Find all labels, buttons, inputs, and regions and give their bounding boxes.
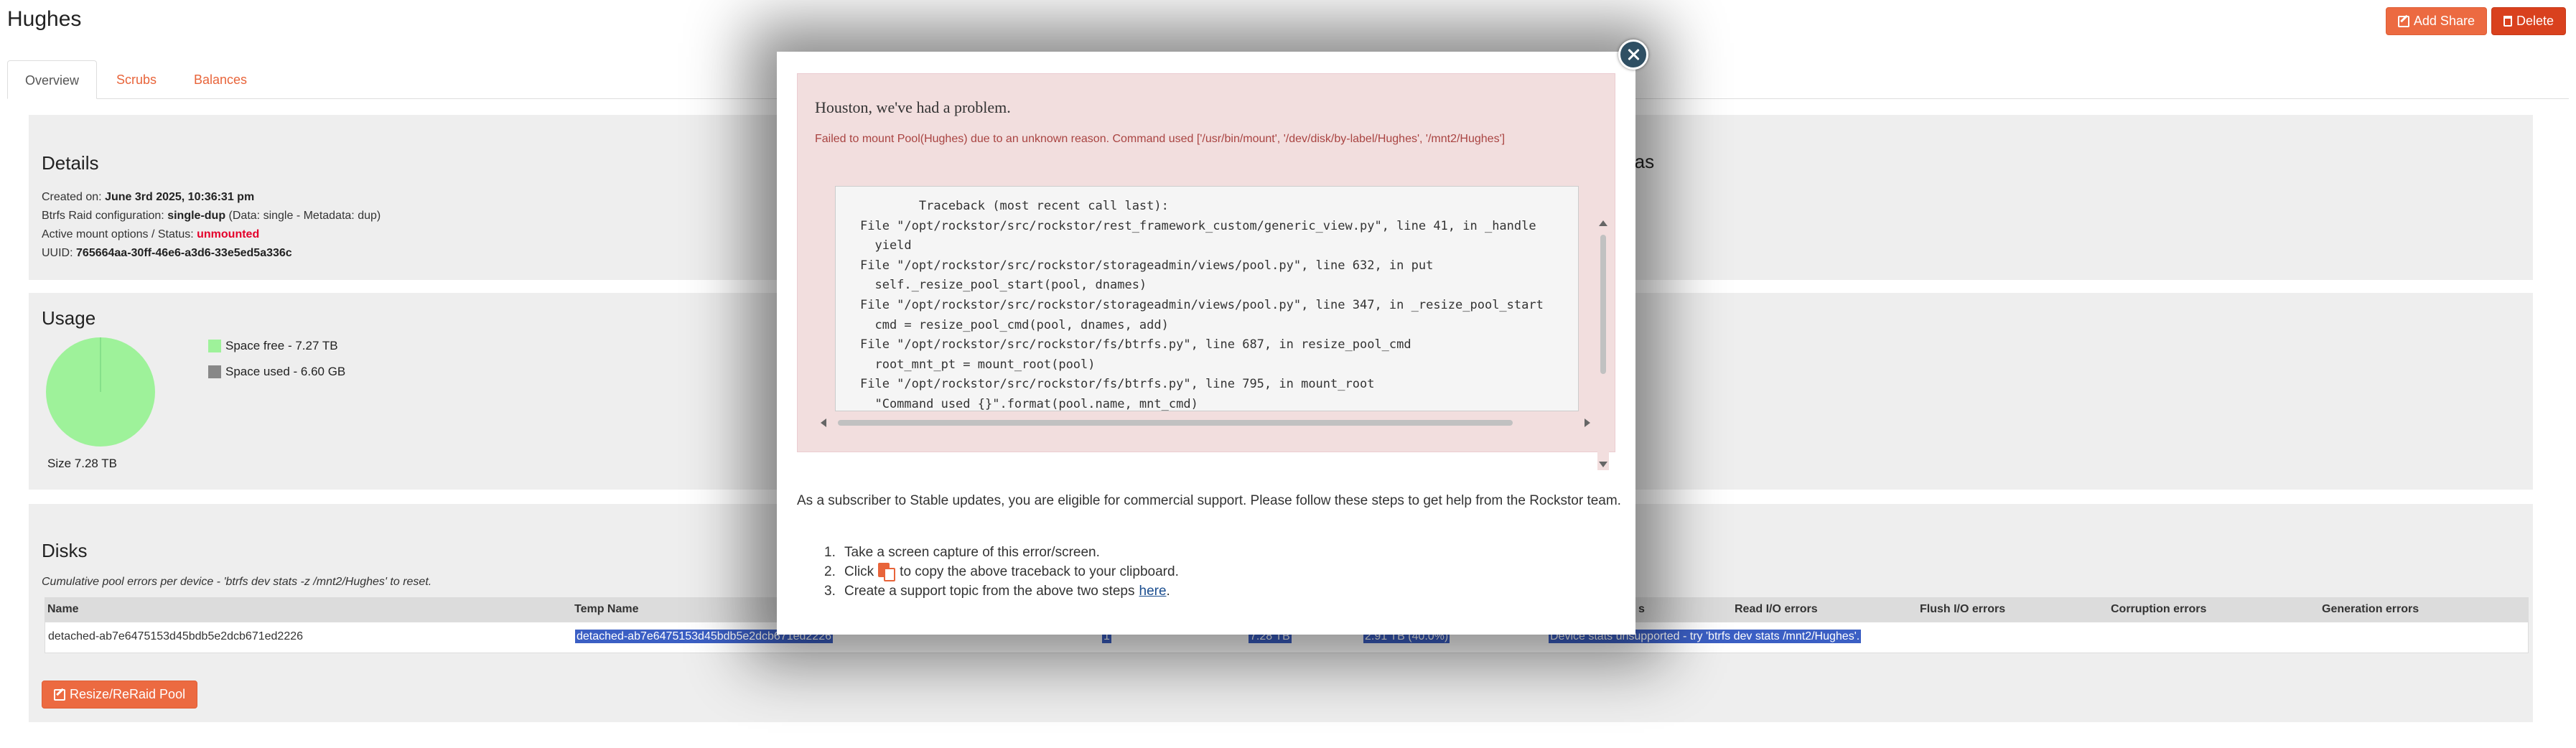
horizontal-scrollbar[interactable] (818, 417, 1593, 429)
support-text: As a subscriber to Stable updates, you a… (797, 493, 1621, 508)
traceback-line: yield (860, 238, 912, 253)
traceback-line: File "/opt/rockstor/src/rockstor/storage… (860, 297, 1544, 312)
traceback-line: cmd = resize_pool_cmd(pool, dnames, add) (860, 317, 1169, 332)
alert-title: Houston, we've had a problem. (815, 98, 1011, 116)
error-modal: Houston, we've had a problem. Failed to … (777, 52, 1635, 635)
copy-clipboard-icon[interactable] (878, 562, 896, 581)
scroll-right-icon[interactable] (1585, 419, 1590, 427)
error-alert: Houston, we've had a problem. Failed to … (797, 73, 1615, 470)
close-icon[interactable] (1618, 39, 1648, 70)
traceback-line: File "/opt/rockstor/src/rockstor/fs/btrf… (860, 337, 1411, 352)
step-2: 2. Click to copy the above traceback to y… (824, 562, 1179, 581)
traceback-box[interactable]: Traceback (most recent call last): File "… (835, 186, 1579, 411)
traceback-line: "Command used {}".format(pool.name, mnt_… (860, 396, 1198, 411)
scroll-up-icon[interactable] (1599, 220, 1607, 226)
support-link[interactable]: here (1139, 581, 1167, 601)
alert-message: Failed to mount Pool(Hughes) due to an u… (815, 133, 1506, 145)
hscroll-thumb[interactable] (838, 420, 1513, 426)
support-steps: 1. Take a screen capture of this error/sc… (824, 543, 1179, 601)
step-3: 3. Create a support topic from the above … (824, 581, 1179, 601)
traceback-line: root_mnt_pt = mount_root(pool) (860, 357, 1096, 372)
vertical-scrollbar[interactable] (1597, 218, 1609, 470)
traceback-line: self._resize_pool_start(pool, dnames) (860, 278, 1147, 293)
traceback-line: Traceback (most recent call last): (860, 199, 1169, 213)
traceback-line: File "/opt/rockstor/src/rockstor/storage… (860, 258, 1434, 273)
scroll-thumb[interactable] (1600, 235, 1606, 374)
traceback-line: File "/opt/rockstor/src/rockstor/fs/btrf… (860, 377, 1375, 392)
step-1: 1. Take a screen capture of this error/sc… (824, 545, 1100, 560)
traceback-text: Traceback (most recent call last): File "… (860, 197, 1544, 411)
traceback-line: File "/opt/rockstor/src/rockstor/rest_fr… (860, 218, 1536, 233)
scroll-down-icon[interactable] (1599, 462, 1607, 467)
scroll-left-icon[interactable] (821, 419, 826, 427)
